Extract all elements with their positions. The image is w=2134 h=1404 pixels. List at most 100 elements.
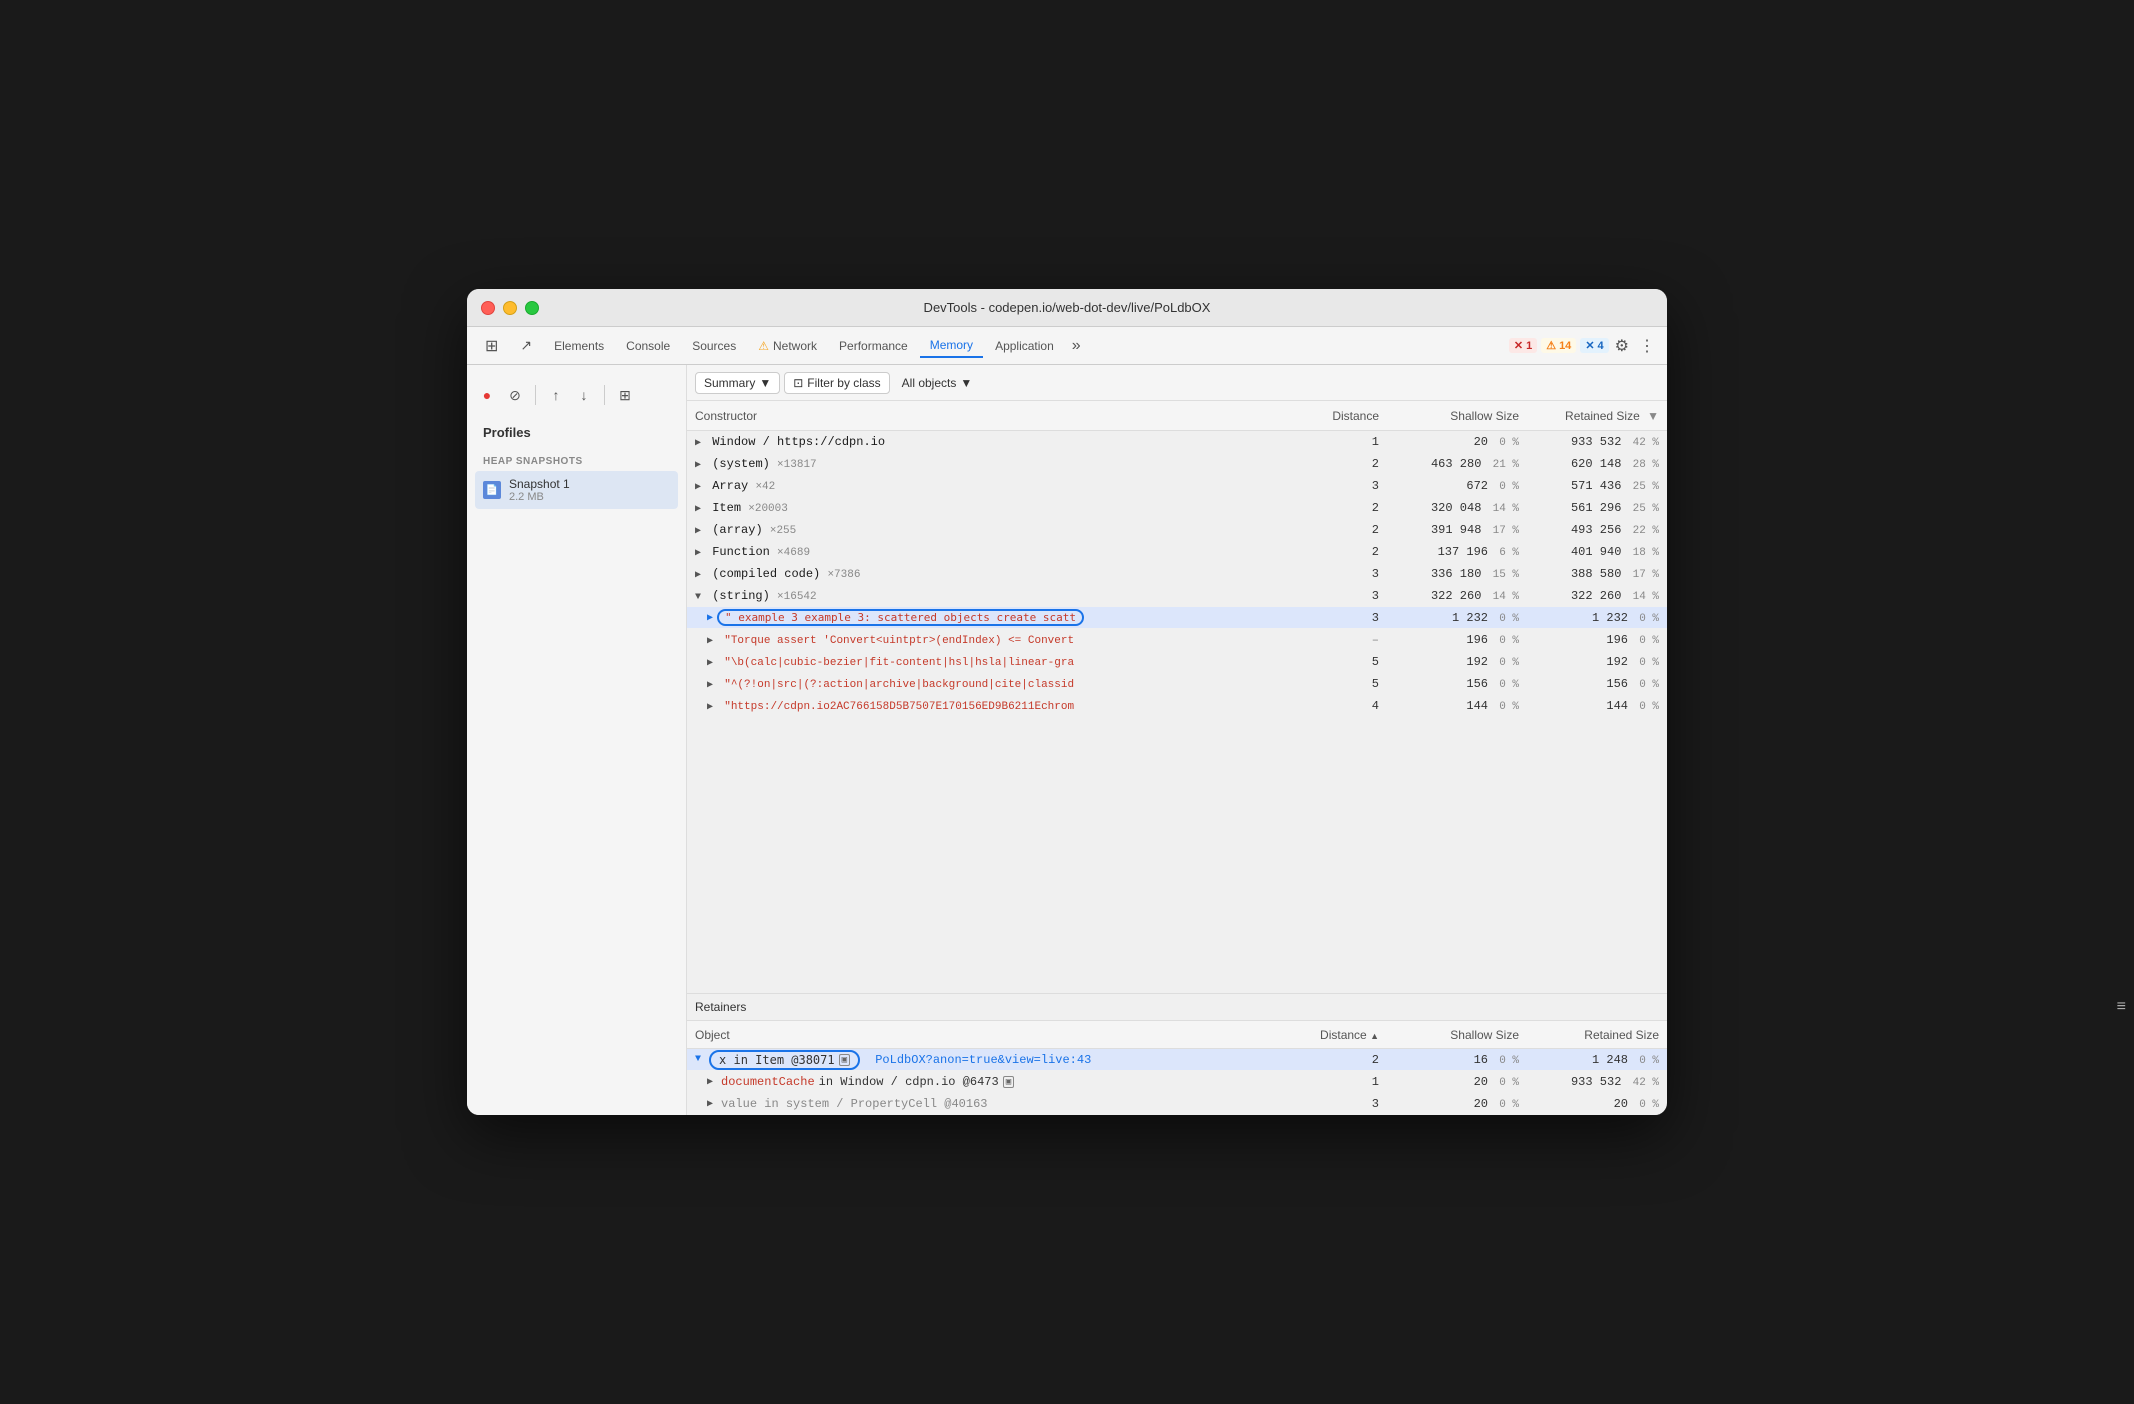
ret-td-distance: 2 (1297, 1053, 1387, 1067)
td-constructor: ▶ "\b(calc|cubic-bezier|fit-content|hsl|… (687, 655, 1297, 669)
warn-badge[interactable]: ⚠ 14 (1541, 338, 1576, 353)
td-constructor: ▶ (compiled code) ×7386 (687, 567, 1297, 581)
heap-table-wrapper: Constructor Distance Shallow Size Retain… (687, 401, 1667, 993)
node-icon: ▣ (839, 1054, 850, 1066)
table-row[interactable]: ▶ (array) ×255 2 391 948 17 % 493 256 22… (687, 519, 1667, 541)
all-objects-button[interactable]: All objects ▼ (894, 373, 981, 393)
td-retained: 933 532 42 % (1527, 435, 1667, 449)
main-layout: ● ⊘ ↑ ↓ ⊞ Profiles HEAP SNAPSHOTS 📄 Snap… (467, 365, 1667, 1115)
sidebar-toolbar: ● ⊘ ↑ ↓ ⊞ (475, 377, 678, 413)
filter-button[interactable]: ⊡ Filter by class (784, 372, 889, 394)
table-row[interactable]: ▶ "^(?!on|src|(?:action|archive|backgrou… (687, 673, 1667, 695)
snapshot-name: Snapshot 1 (509, 477, 570, 491)
tab-console[interactable]: Console (616, 335, 680, 357)
ret-td-shallow: 20 0 % (1387, 1075, 1527, 1089)
td-shallow: 192 0 % (1387, 655, 1527, 669)
settings-icon[interactable]: ⚙ (1611, 336, 1633, 356)
td-distance: 3 (1297, 479, 1387, 493)
tab-performance[interactable]: Performance (829, 335, 918, 357)
td-retained: 192 0 % (1527, 655, 1667, 669)
tab-application[interactable]: Application (985, 335, 1064, 357)
ret-td-object: ▶ value in system / PropertyCell @40163 (687, 1097, 1297, 1111)
td-retained: 144 0 % (1527, 699, 1667, 713)
ret-td-distance: 3 (1297, 1097, 1387, 1111)
td-retained: 571 436 25 % (1527, 479, 1667, 493)
ret-td-retained: 20 0 % (1527, 1097, 1667, 1111)
td-distance: 2 (1297, 545, 1387, 559)
td-retained: 388 580 17 % (1527, 567, 1667, 581)
profiles-title: Profiles (475, 421, 678, 444)
more-options-icon[interactable]: ⋮ (1635, 336, 1659, 356)
close-button[interactable] (481, 301, 495, 315)
ret-td-shallow: 16 0 % (1387, 1053, 1527, 1067)
more-tabs-button[interactable]: » (1066, 337, 1087, 355)
table-row[interactable]: ▶ "https://cdpn.io2AC766158D5B7507E17015… (687, 695, 1667, 717)
td-shallow: 320 048 14 % (1387, 501, 1527, 515)
td-constructor: ▶ Window / https://cdpn.io (687, 435, 1297, 449)
table-row[interactable]: ▶ (compiled code) ×7386 3 336 180 15 % 3… (687, 563, 1667, 585)
td-distance: 3 (1297, 589, 1387, 603)
retainer-row[interactable]: ▼ x in Item @38071 ▣ PoLdbOX?anon=true&v… (687, 1049, 1667, 1071)
table-row[interactable]: ▶ Array ×42 3 672 0 % 571 436 25 % (687, 475, 1667, 497)
ret-td-object: ▶ documentCache in Window / cdpn.io @647… (687, 1075, 1297, 1089)
retainer-row[interactable]: ▶ documentCache in Window / cdpn.io @647… (687, 1071, 1667, 1093)
td-retained: 401 940 18 % (1527, 545, 1667, 559)
ret-th-distance: Distance ▲ (1297, 1028, 1387, 1042)
error-badge[interactable]: ✕ 1 (1509, 338, 1537, 353)
table-row[interactable]: ▶ "Torque assert 'Convert<uintptr>(endIn… (687, 629, 1667, 651)
window-title: DevTools - codepen.io/web-dot-dev/live/P… (924, 300, 1211, 315)
tab-inspector-icon[interactable]: ⊞ (475, 332, 508, 360)
table-row[interactable]: ▶ " example 3 example 3: scattered objec… (687, 607, 1667, 629)
record-button[interactable]: ● (475, 383, 499, 407)
info-badge[interactable]: ✕ 4 (1580, 338, 1608, 353)
table-row[interactable]: ▶ Function ×4689 2 137 196 6 % 401 940 1… (687, 541, 1667, 563)
minimize-button[interactable] (503, 301, 517, 315)
table-row[interactable]: ▶ Window / https://cdpn.io 1 20 0 % 933 … (687, 431, 1667, 453)
table-row[interactable]: ▶ Item ×20003 2 320 048 14 % 561 296 25 … (687, 497, 1667, 519)
toolbar-divider-2 (604, 385, 605, 405)
th-retained: Retained Size ▼ (1527, 409, 1667, 423)
table-row[interactable]: ▼ (string) ×16542 3 322 260 14 % 322 260… (687, 585, 1667, 607)
td-distance: 5 (1297, 655, 1387, 669)
td-distance: – (1297, 633, 1387, 647)
tab-bar: ⊞ ↗ Elements Console Sources ⚠ Network P… (467, 327, 1667, 365)
ret-td-retained: 1 248 0 % (1527, 1053, 1667, 1067)
download-button[interactable]: ↓ (572, 383, 596, 407)
summary-button[interactable]: Summary ▼ (695, 372, 780, 394)
table-row[interactable]: ▶ "\b(calc|cubic-bezier|fit-content|hsl|… (687, 651, 1667, 673)
td-shallow: 336 180 15 % (1387, 567, 1527, 581)
heap-data-table[interactable]: ▶ Window / https://cdpn.io 1 20 0 % 933 … (687, 431, 1667, 993)
clear-button[interactable]: ⊞ (613, 383, 637, 407)
snapshot-item[interactable]: 📄 Snapshot 1 2.2 MB (475, 471, 678, 509)
tab-elements[interactable]: Elements (544, 335, 614, 357)
sort-icon: ▼ (1647, 409, 1659, 423)
td-shallow: 196 0 % (1387, 633, 1527, 647)
td-distance: 3 (1297, 567, 1387, 581)
tab-memory[interactable]: Memory (920, 334, 983, 358)
ret-th-object: Object (687, 1028, 1297, 1042)
retainers-table-header: Object Distance ▲ Shallow Size Retained … (687, 1021, 1667, 1049)
td-constructor: ▶ Function ×4689 (687, 545, 1297, 559)
tab-cursor-icon[interactable]: ↗ (510, 333, 542, 358)
upload-button[interactable]: ↑ (544, 383, 568, 407)
td-shallow: 391 948 17 % (1387, 523, 1527, 537)
td-distance: 3 (1297, 611, 1387, 625)
tab-network[interactable]: ⚠ Network (748, 335, 827, 357)
td-distance: 2 (1297, 523, 1387, 537)
sidebar: ● ⊘ ↑ ↓ ⊞ Profiles HEAP SNAPSHOTS 📄 Snap… (467, 365, 687, 1115)
table-row[interactable]: ▶ (system) ×13817 2 463 280 21 % 620 148… (687, 453, 1667, 475)
td-shallow: 20 0 % (1387, 435, 1527, 449)
td-constructor: ▼ (string) ×16542 (687, 589, 1297, 603)
retainer-link[interactable]: PoLdbOX?anon=true&view=live:43 (875, 1053, 1091, 1067)
retainer-row[interactable]: ▶ value in system / PropertyCell @40163 … (687, 1093, 1667, 1115)
filter-icon: ⊡ (793, 376, 803, 390)
node-icon-2: ▣ (1003, 1076, 1014, 1088)
retainers-title: Retainers ≡ (687, 993, 1667, 1021)
maximize-button[interactable] (525, 301, 539, 315)
snapshot-icon: 📄 (483, 481, 501, 499)
cancel-button[interactable]: ⊘ (503, 383, 527, 407)
content-area: Summary ▼ ⊡ Filter by class All objects … (687, 365, 1667, 1115)
tab-sources[interactable]: Sources (682, 335, 746, 357)
distance-sort-icon: ▲ (1370, 1031, 1379, 1041)
summary-dropdown-icon: ▼ (759, 376, 771, 390)
